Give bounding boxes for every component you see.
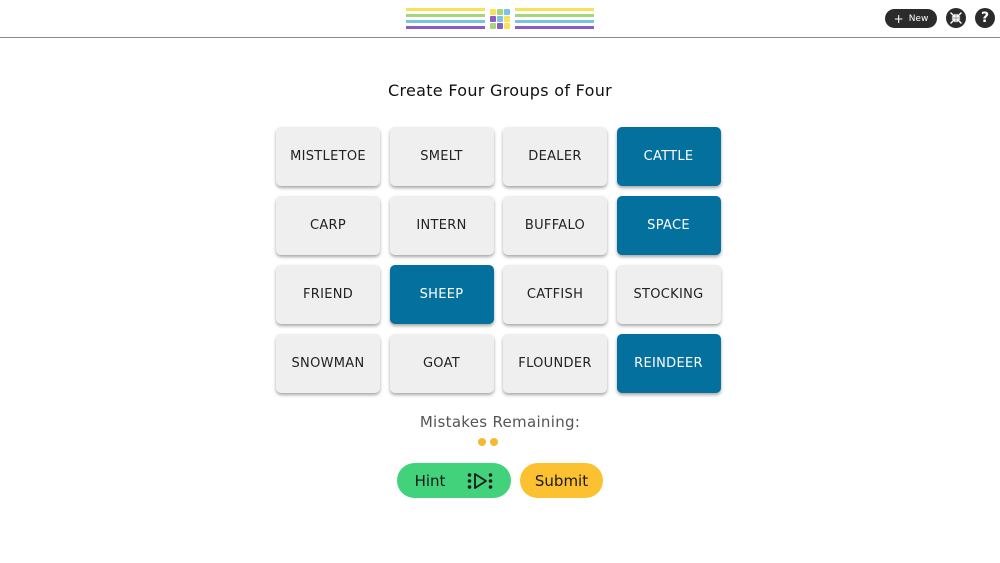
logo-grid-icon [490,9,510,29]
hint-label: Hint [414,471,446,490]
help-button[interactable]: ? [975,8,995,28]
video-play-icon [468,472,493,489]
submit-label: Submit [534,471,589,490]
mistake-dot [478,438,486,446]
mistakes-indicator [478,438,498,446]
word-board: MISTLETOE SMELT DEALER CATTLE CARP INTER… [276,127,721,393]
word-tile[interactable]: CATFISH [503,265,607,324]
new-game-label: New [908,13,929,24]
word-tile[interactable]: BUFFALO [503,196,607,255]
mistakes-remaining-label: Mistakes Remaining: [419,413,581,431]
shrink-button[interactable] [946,8,966,28]
help-icon: ? [980,10,990,26]
submit-button[interactable]: Submit [520,463,603,498]
plus-icon: + [893,11,904,26]
word-tile[interactable]: FLOUNDER [503,334,607,393]
word-tile[interactable]: CATTLE [616,127,721,186]
logo-stripes-right [515,8,594,31]
top-bar: + New ? [0,0,1000,38]
shrink-icon [950,12,962,24]
word-tile[interactable]: SNOWMAN [276,334,380,393]
word-tile[interactable]: SPACE [616,196,721,255]
new-game-button[interactable]: + New [885,9,937,28]
logo-stripes-left [406,8,485,31]
word-tile[interactable]: STOCKING [616,265,721,324]
word-tile[interactable]: INTERN [389,196,494,255]
mistake-dot [490,438,498,446]
page-title: Create Four Groups of Four [387,81,613,100]
hint-button[interactable]: Hint [397,463,511,498]
word-tile[interactable]: SMELT [389,127,494,186]
word-tile[interactable]: GOAT [389,334,494,393]
word-tile[interactable]: MISTLETOE [276,127,380,186]
word-tile[interactable]: CARP [276,196,380,255]
word-tile[interactable]: FRIEND [276,265,380,324]
word-tile[interactable]: SHEEP [389,265,494,324]
word-tile[interactable]: REINDEER [616,334,721,393]
connections-logo[interactable] [406,8,594,31]
word-tile[interactable]: DEALER [503,127,607,186]
